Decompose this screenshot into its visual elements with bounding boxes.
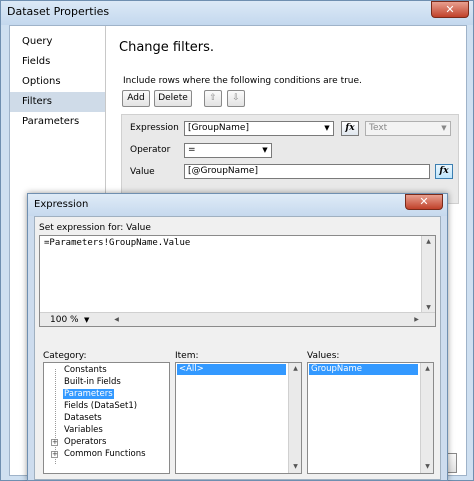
category-common-functions[interactable]: Common Functions (64, 449, 146, 459)
zoom-value: 100 % (50, 315, 79, 325)
expand-icon[interactable]: + (51, 451, 58, 458)
scroll-right-icon[interactable]: ▶ (410, 314, 423, 326)
value-text: [@GroupName] (188, 166, 258, 176)
expression-fx-button[interactable]: fx (341, 121, 359, 136)
editor-vertical-scrollbar[interactable]: ▲ ▼ (421, 236, 435, 314)
sidebar-item-fields[interactable]: Fields (10, 52, 105, 72)
item-list-scrollbar[interactable]: ▲ ▼ (288, 363, 301, 473)
operator-value: = (188, 145, 196, 155)
expression-text[interactable]: =Parameters!GroupName.Value (44, 238, 190, 248)
values-list[interactable]: GroupName ▲ ▼ (307, 362, 434, 474)
page-title: Change filters. (119, 40, 215, 55)
filters-hint: Include rows where the following conditi… (123, 76, 362, 86)
zoom-select[interactable]: 100 % ▼ (50, 314, 100, 326)
dialog-title: Expression (34, 199, 89, 210)
scroll-up-icon[interactable]: ▲ (421, 363, 433, 375)
expression-combo[interactable]: [GroupName] ▼ (184, 121, 334, 136)
expand-icon[interactable]: + (51, 439, 58, 446)
operator-combo[interactable]: = ▼ (184, 143, 272, 158)
category-built-in-fields[interactable]: Built-in Fields (64, 377, 121, 387)
chevron-down-icon: ▼ (84, 316, 90, 324)
values-label: Values: (307, 351, 340, 361)
function-icon: fx (345, 123, 355, 133)
scroll-down-icon[interactable]: ▼ (289, 461, 301, 473)
editor-status-bar: 100 % ▼ ◀ ▶ (40, 312, 435, 326)
expression-body: Set expression for: Value =Parameters!Gr… (34, 216, 441, 480)
expression-dialog: Expression ✕ Set expression for: Value =… (27, 193, 448, 481)
sidebar-item-parameters[interactable]: Parameters (10, 112, 105, 132)
dataset-properties-titlebar[interactable]: Dataset Properties ✕ (1, 1, 473, 25)
scroll-left-icon[interactable]: ◀ (110, 314, 123, 326)
move-down-button[interactable]: ⇩ (227, 90, 245, 107)
scroll-up-icon[interactable]: ▲ (422, 236, 435, 248)
sidebar-item-query[interactable]: Query (10, 32, 105, 52)
category-label: Category: (43, 351, 87, 361)
category-variables[interactable]: Variables (64, 425, 103, 435)
arrow-down-icon: ⇩ (232, 93, 240, 103)
category-fields[interactable]: Fields (DataSet1) (64, 401, 137, 411)
item-list[interactable]: <All> ▲ ▼ (175, 362, 302, 474)
move-up-button[interactable]: ⇧ (204, 90, 222, 107)
delete-button[interactable]: Delete (154, 90, 192, 107)
sidebar-item-options[interactable]: Options (10, 72, 105, 92)
sidebar-item-filters[interactable]: Filters (10, 92, 105, 112)
item-label: Item: (175, 351, 199, 361)
category-tree[interactable]: Constants Built-in Fields Parameters Fie… (43, 362, 170, 474)
item-all[interactable]: <All> (177, 364, 286, 375)
value-fx-button[interactable]: fx (435, 164, 453, 179)
add-button[interactable]: Add (122, 90, 150, 107)
scroll-up-icon[interactable]: ▲ (289, 363, 301, 375)
category-datasets[interactable]: Datasets (64, 413, 102, 423)
operator-label: Operator (130, 145, 171, 155)
category-operators[interactable]: Operators (64, 437, 106, 447)
set-expression-label: Set expression for: Value (39, 223, 151, 233)
type-combo[interactable]: Text ▼ (365, 121, 451, 136)
expression-titlebar[interactable]: Expression ✕ (28, 194, 447, 216)
window-title: Dataset Properties (7, 5, 110, 18)
category-constants[interactable]: Constants (64, 365, 107, 375)
chevron-down-icon: ▼ (262, 146, 268, 154)
function-icon: fx (439, 166, 449, 176)
values-list-scrollbar[interactable]: ▲ ▼ (420, 363, 433, 473)
expression-label: Expression (130, 123, 179, 133)
expression-value: [GroupName] (188, 123, 249, 133)
category-parameters[interactable]: Parameters (63, 389, 114, 399)
close-button[interactable]: ✕ (405, 194, 443, 210)
close-button[interactable]: ✕ (431, 1, 469, 18)
type-value: Text (369, 123, 388, 133)
arrow-up-icon: ⇧ (209, 93, 217, 103)
value-input[interactable]: [@GroupName] (184, 164, 430, 179)
filter-row-panel: Expression [GroupName] ▼ fx Text ▼ Opera… (121, 114, 459, 204)
value-label: Value (130, 167, 155, 177)
scroll-down-icon[interactable]: ▼ (421, 461, 433, 473)
chevron-down-icon: ▼ (324, 124, 330, 132)
chevron-down-icon: ▼ (441, 124, 447, 132)
value-groupname[interactable]: GroupName (309, 364, 418, 375)
expression-editor[interactable]: =Parameters!GroupName.Value ▲ ▼ 100 % ▼ … (39, 235, 436, 327)
